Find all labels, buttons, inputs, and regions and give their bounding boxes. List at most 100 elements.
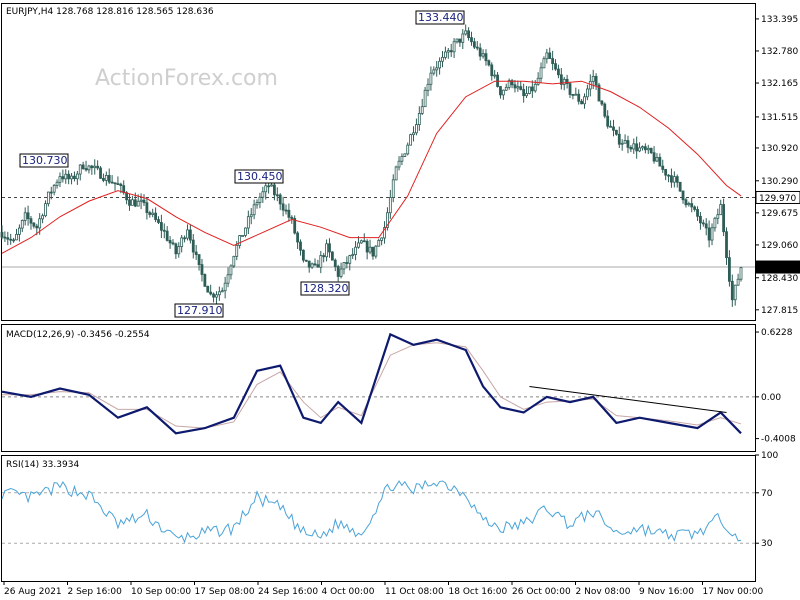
candle-body bbox=[675, 176, 679, 183]
candle-body bbox=[223, 282, 227, 292]
candle-body bbox=[429, 72, 433, 85]
candle-body bbox=[212, 293, 215, 298]
candle-body bbox=[516, 86, 520, 89]
macd-y-tick-label: -0.4008 bbox=[761, 435, 796, 445]
candle-body bbox=[710, 227, 714, 241]
candle-body bbox=[46, 191, 50, 205]
candle-body bbox=[730, 280, 734, 301]
candle-body bbox=[304, 259, 308, 262]
candle-body bbox=[220, 290, 224, 293]
candle-body bbox=[701, 222, 705, 225]
annotation-label-127.910: 127.910 bbox=[177, 304, 223, 317]
candle-body bbox=[78, 164, 82, 175]
candle-body bbox=[536, 77, 540, 85]
candle-body bbox=[693, 206, 697, 210]
candle-body bbox=[438, 60, 442, 69]
candle-body bbox=[664, 169, 668, 176]
candle-body bbox=[330, 251, 334, 261]
candle-body bbox=[310, 263, 314, 268]
candle-body bbox=[354, 246, 357, 255]
candle-body bbox=[580, 100, 584, 105]
candle-body bbox=[400, 155, 404, 162]
candle-body bbox=[739, 267, 743, 280]
candle-body bbox=[635, 143, 639, 152]
candle-body bbox=[661, 165, 665, 170]
candle-body bbox=[319, 255, 323, 268]
annotation-label-133.440: 133.440 bbox=[418, 11, 464, 24]
macd-y-tick-label: 0.6228 bbox=[761, 328, 793, 338]
candle-body bbox=[215, 294, 218, 298]
candle-body bbox=[583, 96, 586, 105]
candle-body bbox=[17, 227, 21, 235]
candle-body bbox=[84, 168, 88, 171]
candle-body bbox=[690, 203, 694, 208]
candle-body bbox=[493, 74, 497, 77]
candle-body bbox=[481, 53, 485, 57]
candle-body bbox=[652, 152, 656, 162]
candle-body bbox=[49, 191, 53, 194]
candle-body bbox=[64, 173, 68, 180]
candle-body bbox=[380, 237, 384, 241]
price-y-tick-label: 130.290 bbox=[761, 177, 798, 187]
candle-body bbox=[600, 100, 604, 105]
candle-body bbox=[232, 255, 236, 267]
candle-body bbox=[557, 68, 560, 76]
candle-body bbox=[638, 147, 641, 152]
candle-body bbox=[9, 238, 13, 241]
candle-body bbox=[203, 274, 207, 287]
candle-body bbox=[574, 93, 578, 96]
candle-body bbox=[313, 263, 317, 266]
candle-body bbox=[177, 246, 181, 255]
rsi-y-tick-label: 70 bbox=[761, 489, 773, 499]
candle-body bbox=[96, 165, 100, 169]
candle-body bbox=[325, 243, 328, 258]
candle-body bbox=[174, 243, 178, 255]
candle-body bbox=[107, 174, 111, 183]
price-y-tick-label: 132.780 bbox=[761, 47, 798, 57]
candle-body bbox=[377, 240, 381, 247]
candle-body bbox=[87, 165, 91, 171]
rsi-y-tick-label: 100 bbox=[761, 451, 778, 461]
candle-body bbox=[594, 75, 598, 86]
candle-body bbox=[539, 67, 543, 79]
candle-body bbox=[206, 285, 210, 293]
candle-body bbox=[264, 185, 268, 193]
candle-body bbox=[58, 176, 62, 183]
candle-body bbox=[90, 165, 94, 169]
candle-body bbox=[128, 199, 131, 206]
candle-body bbox=[258, 196, 262, 203]
candle-body bbox=[455, 38, 459, 43]
candle-body bbox=[307, 260, 311, 268]
candle-body bbox=[290, 216, 294, 219]
candle-body bbox=[704, 223, 708, 229]
candle-body bbox=[409, 134, 413, 146]
candle-body bbox=[525, 93, 528, 97]
candle-body bbox=[351, 254, 355, 257]
price-y-tick-label: 127.815 bbox=[761, 306, 798, 316]
candle-body bbox=[548, 52, 552, 59]
price-y-tick-label: 133.395 bbox=[761, 15, 798, 25]
candle-body bbox=[678, 181, 682, 192]
candle-body bbox=[617, 133, 621, 145]
candle-body bbox=[435, 67, 439, 71]
candle-body bbox=[519, 86, 523, 90]
candle-body bbox=[530, 86, 534, 92]
candle-body bbox=[70, 175, 73, 180]
candle-body bbox=[452, 41, 456, 53]
candle-body bbox=[148, 212, 152, 215]
x-tick-label: 2 Nov 08:00 bbox=[576, 587, 631, 597]
rsi-y-tick-label: 30 bbox=[761, 539, 773, 549]
candle-body bbox=[620, 142, 624, 145]
candle-body bbox=[449, 50, 453, 53]
price-y-tick-label: 129.675 bbox=[761, 209, 798, 219]
candle-body bbox=[484, 53, 488, 62]
candle-body bbox=[591, 75, 595, 82]
candle-body bbox=[241, 235, 244, 237]
candle-body bbox=[554, 63, 557, 70]
price-y-tick-label: 129.060 bbox=[761, 241, 798, 251]
candle-body bbox=[586, 88, 589, 98]
x-tick-label: 24 Sep 16:00 bbox=[258, 587, 318, 597]
candle-body bbox=[186, 229, 189, 239]
candle-body bbox=[131, 199, 134, 206]
candle-body bbox=[478, 47, 482, 57]
